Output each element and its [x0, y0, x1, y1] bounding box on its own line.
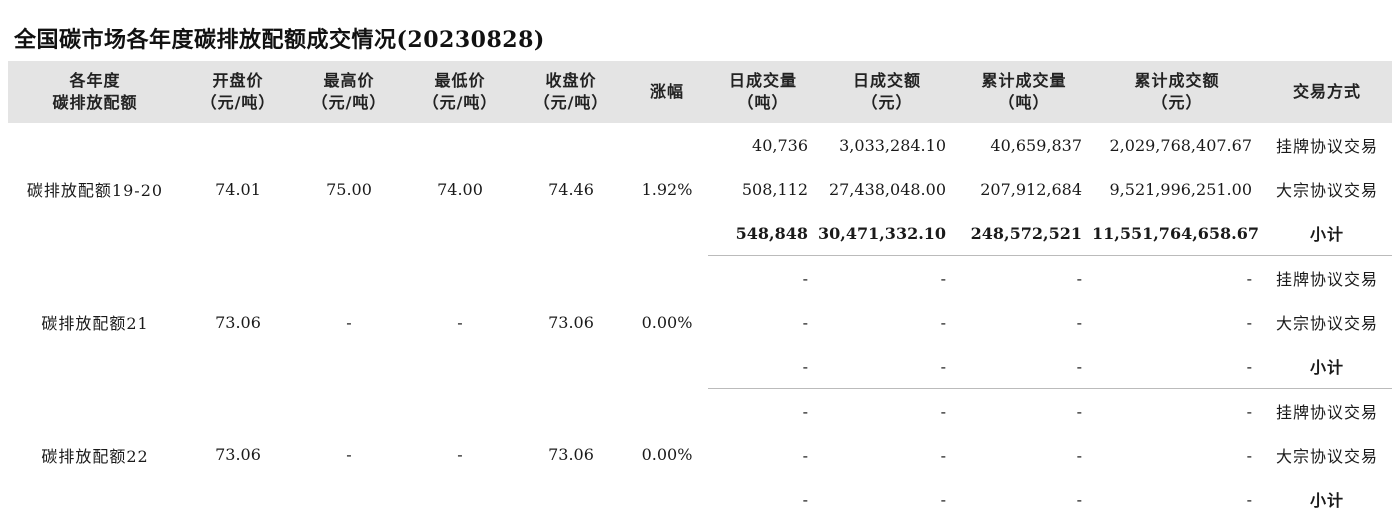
- table-row: 碳排放配额21 73.06 - - 73.06 0.00% - - - - 挂牌…: [8, 256, 1392, 334]
- low-price: -: [457, 445, 463, 465]
- header-change: 涨幅: [649, 82, 684, 101]
- daily-amount: -: [940, 489, 946, 509]
- cumulative-volume: 40,659,837: [990, 135, 1082, 155]
- daily-volume: -: [802, 268, 808, 288]
- open-price: 73.06: [215, 445, 261, 465]
- header-daily-volume: 日成交量 （吨）: [728, 71, 797, 112]
- low-price: -: [457, 312, 463, 332]
- price-change: 1.92%: [641, 179, 693, 199]
- daily-amount: -: [940, 312, 946, 332]
- cumulative-amount: 11,551,764,658.67: [1092, 211, 1262, 256]
- daily-volume: -: [802, 489, 808, 509]
- daily-amount: -: [940, 445, 946, 465]
- open-price: 74.01: [215, 179, 261, 199]
- cumulative-volume: -: [1076, 401, 1082, 421]
- table-header-row: 各年度 碳排放配额 开盘价 （元/吨） 最高价 （元/吨） 最低价 （元/吨） 收盘价（…: [8, 61, 1392, 123]
- header-close-price: 收盘价 （元/吨）: [533, 71, 609, 112]
- header-high-price: 最高价 （元/吨）: [311, 71, 387, 112]
- trade-mode: 小计: [1309, 491, 1344, 510]
- daily-volume: -: [802, 401, 808, 421]
- trade-mode: 挂牌协议交易: [1275, 403, 1378, 422]
- daily-amount: -: [940, 268, 946, 288]
- cumulative-volume: -: [956, 344, 1092, 389]
- high-price: -: [346, 312, 352, 332]
- carbon-trading-table: 各年度 碳排放配额 开盘价 （元/吨） 最高价 （元/吨） 最低价 （元/吨） 收盘价（…: [8, 61, 1392, 521]
- daily-amount: -: [818, 344, 956, 389]
- cumulative-amount: 9,521,996,251.00: [1109, 179, 1253, 199]
- trade-mode: 大宗协议交易: [1275, 181, 1378, 200]
- daily-volume: 508,112: [741, 179, 808, 199]
- trade-mode: 大宗协议交易: [1275, 314, 1378, 333]
- cumulative-volume: -: [1076, 268, 1082, 288]
- high-price: -: [346, 445, 352, 465]
- cumulative-amount: 2,029,768,407.67: [1109, 135, 1253, 155]
- daily-amount: 30,471,332.10: [818, 211, 956, 256]
- price-change: 0.00%: [641, 312, 693, 332]
- daily-volume: -: [802, 312, 808, 332]
- daily-volume: -: [802, 445, 808, 465]
- cumulative-volume: 248,572,521: [956, 211, 1092, 256]
- header-cumulative-amount: 累计成交额 （元）: [1134, 71, 1220, 112]
- daily-amount: 3,033,284.10: [839, 135, 946, 155]
- allowance-name: 碳排放配额22: [41, 446, 149, 466]
- cumulative-volume: 207,912,684: [980, 179, 1082, 199]
- cumulative-volume: -: [1076, 445, 1082, 465]
- daily-amount: 27,438,048.00: [828, 179, 946, 199]
- header-allowance-year: 各年度 碳排放配额: [52, 71, 138, 112]
- header-open-price: 开盘价 （元/吨）: [200, 71, 276, 112]
- low-price: 74.00: [437, 179, 483, 199]
- allowance-name: 碳排放配额21: [41, 314, 149, 333]
- close-price: 73.06: [548, 445, 594, 465]
- cumulative-amount: -: [1246, 489, 1252, 509]
- cumulative-amount: -: [1246, 401, 1252, 421]
- trade-mode: 挂牌协议交易: [1275, 270, 1378, 289]
- daily-volume: 548,848: [708, 211, 818, 256]
- cumulative-amount: -: [1092, 344, 1262, 389]
- header-cumulative-volume: 累计成交量 （吨）: [981, 71, 1067, 112]
- cumulative-volume: -: [1076, 312, 1082, 332]
- cumulative-volume: -: [1076, 489, 1082, 509]
- close-price: 74.46: [548, 179, 594, 199]
- cumulative-amount: -: [1246, 445, 1252, 465]
- table-row: 碳排放配额22 73.06 - - 73.06 0.00% - - - - 挂牌…: [8, 389, 1392, 466]
- high-price: 75.00: [326, 179, 372, 199]
- trade-mode: 挂牌协议交易: [1275, 137, 1378, 156]
- daily-volume: -: [708, 344, 818, 389]
- trade-mode: 小计: [1262, 211, 1392, 256]
- header-daily-amount: 日成交额 （元）: [852, 71, 921, 112]
- price-change: 0.00%: [641, 445, 693, 465]
- table-row: 碳排放配额19-20 74.01 75.00 74.00 74.46 1.92%…: [8, 123, 1392, 201]
- close-price: 73.06: [548, 312, 594, 332]
- header-trade-mode: 交易方式: [1292, 82, 1361, 101]
- open-price: 73.06: [215, 312, 261, 332]
- cumulative-amount: -: [1246, 268, 1252, 288]
- allowance-name: 碳排放配额19-20: [26, 181, 164, 201]
- daily-volume: 40,736: [752, 135, 808, 155]
- daily-amount: -: [940, 401, 946, 421]
- trade-mode: 小计: [1262, 344, 1392, 389]
- trade-mode: 大宗协议交易: [1275, 447, 1378, 466]
- cumulative-amount: -: [1246, 312, 1252, 332]
- page-title: 全国碳市场各年度碳排放配额成交情况(20230828): [14, 27, 545, 53]
- header-low-price: 最低价 （元/吨）: [422, 71, 498, 112]
